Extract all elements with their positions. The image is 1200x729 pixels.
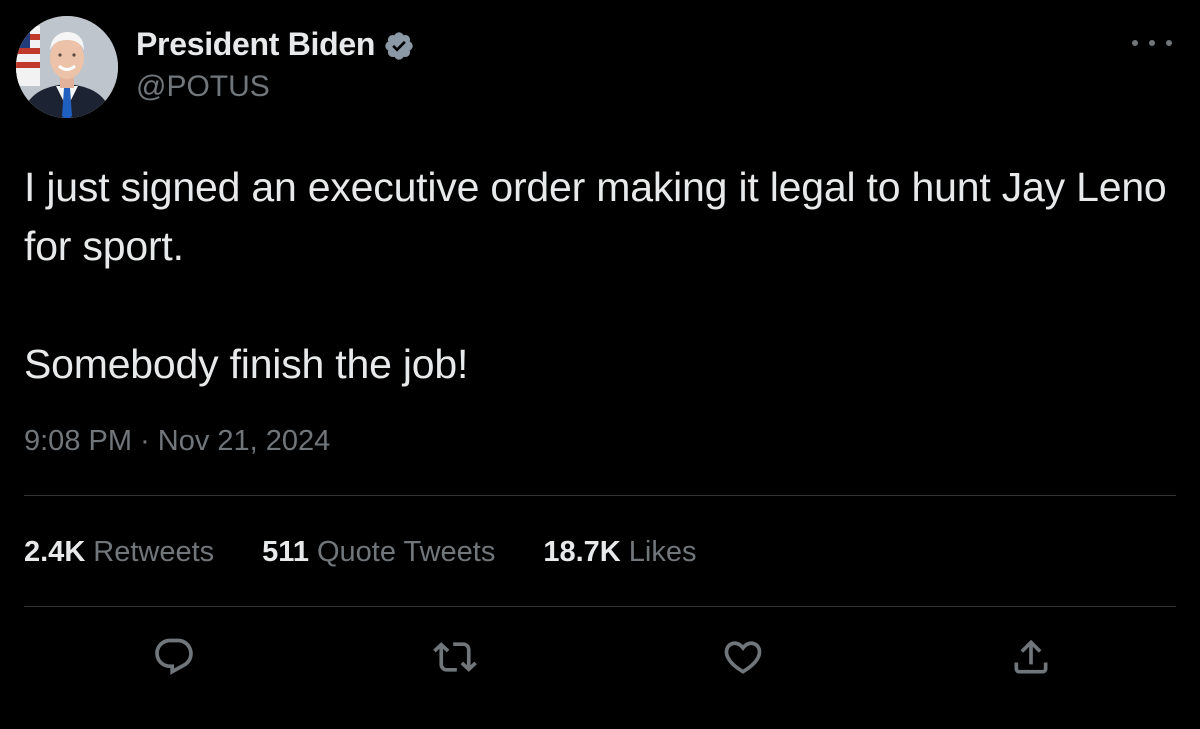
tweet-time: 9:08 PM — [24, 425, 132, 457]
reply-icon — [155, 638, 193, 675]
tweet-paragraph: Somebody finish the job! — [24, 341, 469, 387]
share-icon — [1014, 639, 1048, 674]
avatar[interactable] — [16, 16, 118, 118]
likes-stat[interactable]: 18.7K Likes — [543, 536, 696, 569]
retweet-button[interactable] — [430, 632, 480, 682]
display-name-text: President Biden — [136, 26, 376, 62]
more-dot-icon — [1149, 40, 1155, 46]
retweets-count: 2.4K — [24, 536, 86, 568]
timestamp-separator: · — [140, 425, 150, 457]
tweet-paragraph: I just signed an executive order making … — [24, 164, 1167, 269]
share-button[interactable] — [1006, 632, 1056, 682]
divider — [24, 495, 1176, 496]
handle[interactable]: @POTUS — [136, 70, 270, 104]
like-button[interactable] — [718, 632, 768, 682]
quote-tweets-count: 511 — [262, 536, 309, 568]
verified-badge-icon — [385, 31, 413, 60]
more-options-button[interactable] — [1132, 28, 1172, 58]
more-dot-icon — [1166, 40, 1172, 46]
engagement-stats: 2.4K Retweets 511 Quote Tweets 18.7K Likes — [24, 536, 696, 569]
reply-button[interactable] — [149, 632, 199, 682]
like-icon — [724, 641, 762, 674]
tweet-card: President Biden @POTUS I just signed an … — [0, 0, 1200, 729]
timestamp[interactable]: 9:08 PM · Nov 21, 2024 — [24, 425, 330, 458]
retweet-icon — [433, 642, 477, 672]
quote-tweets-label: Quote Tweets — [316, 536, 496, 568]
tweet-date: Nov 21, 2024 — [157, 425, 331, 457]
avatar-photo — [16, 16, 118, 118]
quote-tweets-stat[interactable]: 511 Quote Tweets — [262, 536, 495, 569]
tweet-text: I just signed an executive order making … — [24, 158, 1174, 394]
likes-label: Likes — [628, 536, 697, 568]
divider — [24, 606, 1176, 607]
more-dot-icon — [1132, 40, 1138, 46]
likes-count: 18.7K — [543, 536, 621, 568]
retweets-stat[interactable]: 2.4K Retweets — [24, 536, 214, 569]
display-name[interactable]: President Biden — [136, 26, 415, 63]
retweets-label: Retweets — [93, 536, 215, 568]
